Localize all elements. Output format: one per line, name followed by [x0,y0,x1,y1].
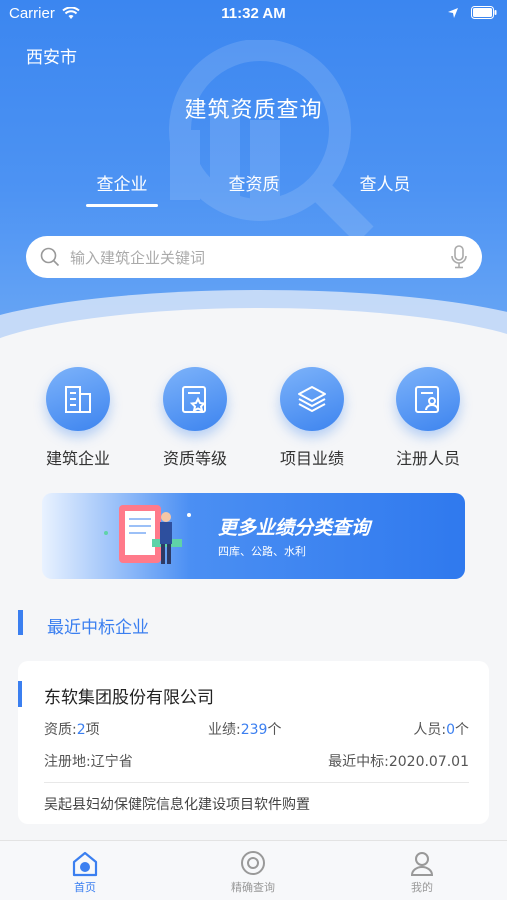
layers-icon [280,367,344,431]
tab-company[interactable]: 查企业 [67,170,177,207]
search-icon [40,247,60,267]
battery-icon [471,6,497,19]
category-label: 项目业绩 [279,449,344,468]
microphone-icon[interactable] [450,245,468,269]
page-title: 建筑资质查询 [184,98,323,123]
category-project-performance[interactable]: 项目业绩 [257,367,367,469]
category-label: 注册人员 [395,449,460,468]
tab-qualification-label: 查资质 [228,175,280,195]
building-icon [46,367,110,431]
certificate-icon [163,367,227,431]
tab-qualification[interactable]: 查资质 [199,170,309,195]
target-icon [241,851,265,875]
divider [44,782,469,783]
performance-count: 业绩:239个 [208,722,282,738]
section-accent-bar [18,610,23,635]
magnifier-decoration-icon [169,40,374,240]
company-card[interactable]: 东软集团股份有限公司 资质:2项 业绩:239个 人员:0个 注册地:辽宁省 最… [18,661,489,824]
last-bid-date: 最近中标:2020.07.01 [328,754,469,770]
status-bar: Carrier 11:32 AM [0,0,507,28]
tabbar-home[interactable]: 首页 [35,847,135,895]
home-icon [72,851,98,877]
registered-location: 注册地:辽宁省 [44,754,133,770]
tab-company-label: 查企业 [96,175,148,195]
category-label: 资质等级 [162,449,227,468]
search-bar[interactable]: 输入建筑企业关键词 [26,236,482,278]
card-accent-bar [18,681,22,707]
person-card-icon [396,367,460,431]
tab-personnel[interactable]: 查人员 [330,170,440,195]
banner-title: 更多业绩分类查询 [218,517,371,539]
category-construction-company[interactable]: 建筑企业 [23,367,133,469]
search-input[interactable]: 输入建筑企业关键词 [70,247,450,268]
active-tab-indicator [86,204,158,207]
section-header: 最近中标企业 [0,600,507,648]
qualification-count: 资质:2项 [44,722,100,738]
tabbar-precise-search-label: 精确查询 [231,881,275,894]
category-registered-personnel[interactable]: 注册人员 [373,367,483,469]
performance-category-banner[interactable]: 更多业绩分类查询 四库、公路、水利 [42,493,465,579]
tabbar-profile-label: 我的 [411,881,433,894]
section-title: 最近中标企业 [47,618,149,638]
category-grid: 建筑企业 资质等级 项目业绩 注册人员 [0,345,507,475]
tabbar-home-label: 首页 [74,881,96,894]
tabbar-profile[interactable]: 我的 [372,847,472,895]
city-selector[interactable]: 西安市 [26,43,77,68]
category-qualification-level[interactable]: 资质等级 [140,367,250,469]
banner-illustration-icon [104,505,191,564]
tabbar-precise-search[interactable]: 精确查询 [203,847,303,895]
clock: 11:32 AM [221,5,286,22]
company-name: 东软集团股份有限公司 [44,688,214,708]
personnel-count: 人员:0个 [413,722,469,738]
recent-project: 吴起县妇幼保健院信息化建设项目软件购置 [44,797,310,813]
user-icon [410,852,434,876]
tab-personnel-label: 查人员 [359,175,411,195]
category-label: 建筑企业 [45,449,110,468]
location-arrow-icon [448,7,458,18]
bottom-tab-bar: 首页 精确查询 我的 [0,840,507,900]
banner-subtitle: 四库、公路、水利 [218,545,306,558]
